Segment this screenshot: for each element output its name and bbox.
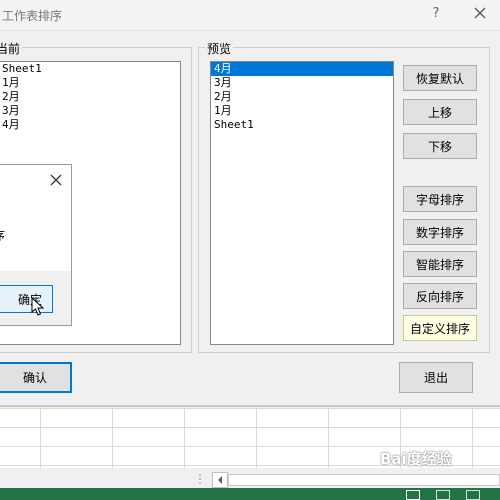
move-down-button[interactable]: 下移: [403, 133, 477, 159]
preview-group-label: 预览: [205, 40, 234, 57]
preview-list-item[interactable]: Sheet1: [211, 118, 393, 132]
popup-close-icon[interactable]: [49, 173, 63, 187]
reverse-sort-button[interactable]: 反向排序: [403, 283, 477, 309]
preview-sheet-list[interactable]: 4月 3月 2月 1月 Sheet1: [210, 61, 394, 345]
page-layout-icon[interactable]: [436, 490, 450, 500]
page-break-icon[interactable]: [466, 490, 480, 500]
exit-button[interactable]: 退出: [399, 362, 473, 393]
scroll-track[interactable]: [228, 474, 500, 486]
move-up-button[interactable]: 上移: [403, 99, 477, 125]
current-list-item[interactable]: 3月: [0, 104, 180, 118]
current-list-item[interactable]: 4月: [0, 118, 180, 132]
current-list-item[interactable]: 1月: [0, 76, 180, 90]
mouse-cursor-icon: [31, 296, 45, 317]
sheet-tab-splitter-icon[interactable]: ⋮: [194, 472, 206, 486]
current-list-item[interactable]: Sheet1: [0, 62, 180, 76]
watermark-logo: Bai度经验: [380, 450, 452, 468]
current-group-label: 当前: [0, 40, 23, 57]
numeric-sort-button[interactable]: 数字排序: [403, 219, 477, 245]
message-popup: 序 确定: [0, 164, 72, 326]
popup-message-text: 序: [0, 227, 5, 244]
smart-sort-button[interactable]: 智能排序: [403, 251, 477, 277]
popup-ok-button[interactable]: 确定: [0, 285, 53, 313]
scroll-left-button[interactable]: [212, 472, 228, 488]
preview-list-item[interactable]: 2月: [211, 90, 393, 104]
dialog-bottom-edge: [0, 405, 500, 407]
confirm-button[interactable]: 确认: [0, 362, 72, 393]
preview-list-item[interactable]: 4月: [211, 62, 393, 76]
preview-list-item[interactable]: 3月: [211, 76, 393, 90]
current-list-item[interactable]: 2月: [0, 90, 180, 104]
alpha-sort-button[interactable]: 字母排序: [403, 186, 477, 212]
status-bar: [0, 488, 500, 500]
horizontal-scrollbar[interactable]: ⋮: [180, 470, 500, 488]
dialog-title: 工作表排序: [2, 9, 63, 23]
normal-view-icon[interactable]: [406, 490, 420, 500]
sort-button-column: 恢复默认 上移 下移 字母排序 数字排序 智能排序 反向排序 自定义排序: [403, 0, 479, 350]
preview-list-item[interactable]: 1月: [211, 104, 393, 118]
custom-sort-button[interactable]: 自定义排序: [403, 315, 477, 341]
restore-default-button[interactable]: 恢复默认: [403, 65, 477, 91]
